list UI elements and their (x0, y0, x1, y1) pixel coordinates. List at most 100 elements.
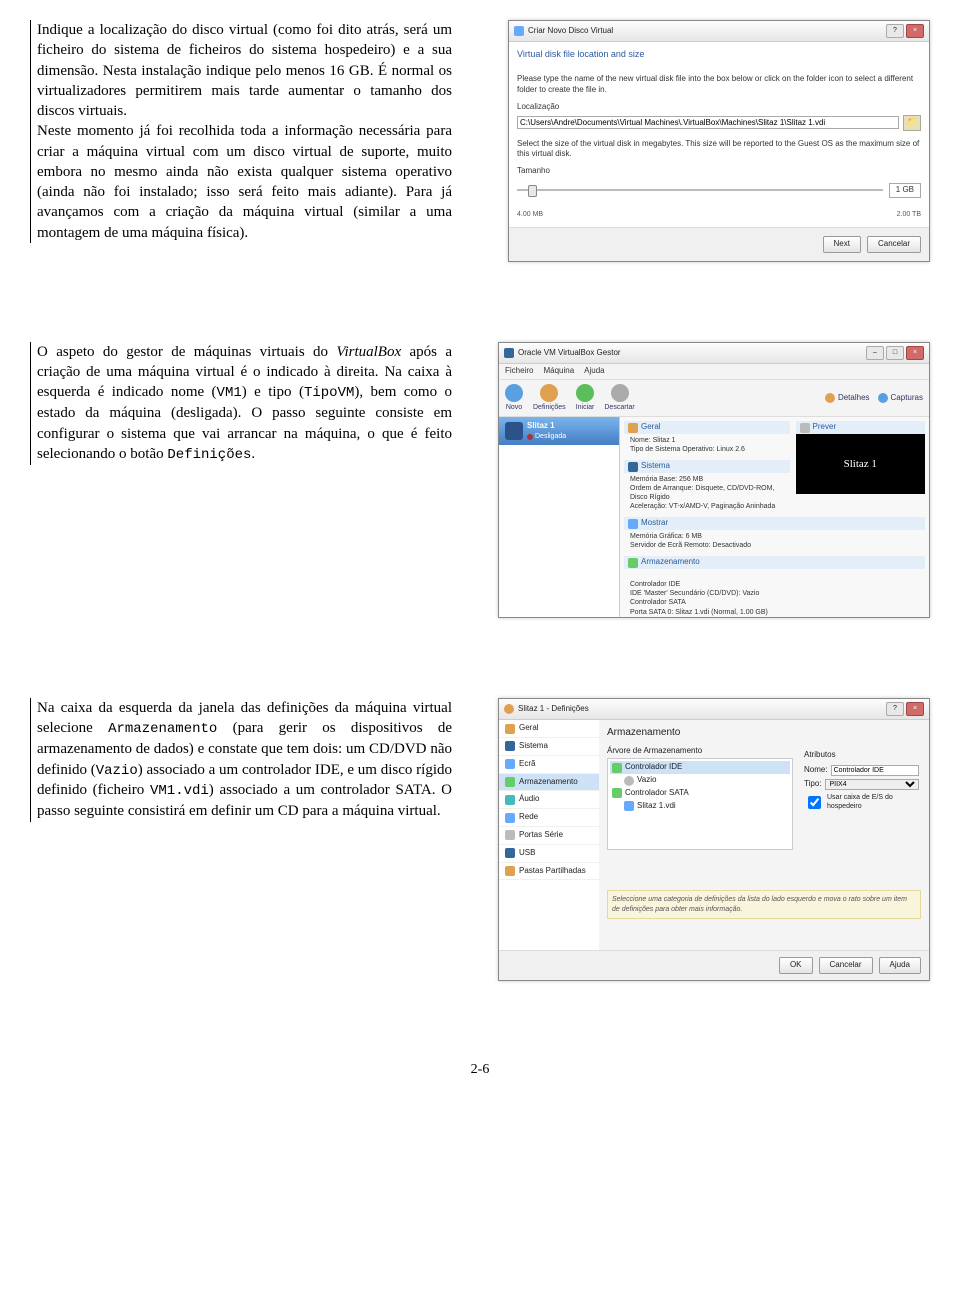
titlebar: Oracle VM VirtualBox Gestor – □ × (499, 343, 929, 364)
size-label: Tamanho (517, 166, 921, 177)
text: . (251, 446, 255, 462)
tree-node-disk[interactable]: Slitaz 1.vdi (610, 800, 790, 813)
mono: VM1.vdi (150, 783, 209, 799)
discard-button[interactable]: Descartar (604, 384, 634, 412)
label: Tipo de Sistema Operativo: (630, 446, 715, 453)
cancel-button[interactable]: Cancelar (819, 957, 873, 974)
window-title: Criar Novo Disco Virtual (528, 26, 613, 37)
value: VT-x/AMD-V, Paginação Aninhada (669, 503, 775, 510)
snapshots-toggle[interactable]: Capturas (878, 393, 923, 404)
settings-content: Armazenamento Árvore de Armazenamento Co… (599, 720, 929, 950)
tree-node-vazio[interactable]: Vazio (610, 774, 790, 787)
sidebar-item-ecra[interactable]: Ecrã (499, 756, 599, 774)
sidebar-item-usb[interactable]: USB (499, 845, 599, 863)
description: Please type the name of the new virtual … (517, 74, 921, 96)
window-title: Oracle VM VirtualBox Gestor (518, 348, 621, 359)
menu-item[interactable]: Máquina (543, 366, 574, 377)
label: Memória Gráfica: (630, 533, 684, 540)
next-button[interactable]: Next (823, 236, 861, 253)
figure-2-manager: Oracle VM VirtualBox Gestor – □ × Fichei… (498, 342, 930, 618)
figure-3-settings: Slitaz 1 - Definições ? × Geral Sistema … (498, 698, 930, 981)
close-button[interactable]: × (906, 702, 924, 716)
section-geral: Geral (624, 421, 790, 434)
sidebar-item-rede[interactable]: Rede (499, 809, 599, 827)
size-slider[interactable] (517, 189, 883, 191)
mono: Vazio (96, 763, 138, 779)
size-min: 4.00 MB (517, 210, 543, 219)
sidebar-item-geral[interactable]: Geral (499, 720, 599, 738)
help-hint: Seleccione uma categoria de definições d… (607, 890, 921, 919)
sidebar-item-pastas[interactable]: Pastas Partilhadas (499, 863, 599, 881)
mono: TipoVM (304, 385, 354, 401)
sidebar-item-sistema[interactable]: Sistema (499, 738, 599, 756)
help-button[interactable]: ? (886, 24, 904, 38)
browse-folder-icon[interactable]: 📁 (903, 115, 921, 131)
attributes-panel: Atributos Nome: Tipo: PIIX4 Usar caixa d… (804, 750, 919, 812)
section-preview: Prever (796, 421, 925, 434)
titlebar: Criar Novo Disco Virtual ? × (509, 21, 929, 42)
host-cache-checkbox[interactable]: Usar caixa de E/S do hospedeiro (804, 793, 919, 812)
vm-list: Slitaz 1 Desligada (499, 417, 620, 617)
name-input[interactable] (831, 765, 919, 776)
app-icon (504, 704, 514, 714)
app-icon (504, 348, 514, 358)
window-title: Slitaz 1 - Definições (518, 704, 589, 715)
text: Indique a localização do disco virtual (… (37, 22, 452, 119)
page-subtitle: Virtual disk file location and size (509, 42, 929, 66)
details-toggle[interactable]: Detalhes (825, 393, 870, 404)
vm-name: Slitaz 1 (527, 421, 566, 432)
maximize-button[interactable]: □ (886, 346, 904, 360)
help-button[interactable]: Ajuda (879, 957, 921, 974)
paragraph-1: Indique a localização do disco virtual (… (30, 20, 460, 243)
location-input[interactable] (517, 116, 899, 129)
section-armazenamento: Armazenamento (624, 556, 925, 569)
paragraph-2: O aspeto do gestor de máquinas virtuais … (30, 342, 460, 465)
size-value: 1 GB (889, 183, 921, 198)
titlebar: Slitaz 1 - Definições ? × (499, 699, 929, 720)
toolbar: Novo Definições Iniciar Descartar Detalh… (499, 380, 929, 417)
new-button[interactable]: Novo (505, 384, 523, 412)
menubar: Ficheiro Máquina Ajuda (499, 364, 929, 380)
menu-item[interactable]: Ficheiro (505, 366, 533, 377)
text: O aspeto do gestor de máquinas virtuais … (37, 344, 336, 360)
storage-tree: Controlador IDE Vazio Controlador SATA S… (607, 758, 793, 850)
description-2: Select the size of the virtual disk in m… (517, 139, 921, 161)
minimize-button[interactable]: – (866, 346, 884, 360)
label: Ordem de Arranque: (630, 485, 693, 492)
sidebar-item-armazenamento[interactable]: Armazenamento (499, 774, 599, 792)
paragraph-3: Na caixa da esquerda da janela das defin… (30, 698, 460, 821)
settings-button[interactable]: Definições (533, 384, 566, 412)
slider-thumb[interactable] (528, 185, 537, 197)
type-select[interactable]: PIIX4 (825, 779, 920, 790)
figure-1-wizard: Criar Novo Disco Virtual ? × Virtual dis… (508, 20, 930, 262)
sidebar-item-audio[interactable]: Áudio (499, 791, 599, 809)
label: Tipo: (804, 779, 822, 790)
sidebar-item-portas[interactable]: Portas Série (499, 827, 599, 845)
ok-button[interactable]: OK (779, 957, 813, 974)
vm-list-item[interactable]: Slitaz 1 Desligada (499, 417, 619, 445)
close-button[interactable]: × (906, 24, 924, 38)
page-number: 2-6 (30, 1061, 930, 1080)
value: Slitaz 1.vdi (Normal, 1.00 GB) (675, 609, 768, 616)
value: 256 MB (679, 476, 703, 483)
vm-icon (505, 422, 523, 440)
preview-image: Slitaz 1 (796, 434, 925, 494)
value: 6 MB (686, 533, 702, 540)
value: Linux 2.6 (717, 446, 745, 453)
tree-node-ide[interactable]: Controlador IDE (610, 761, 790, 774)
label: Nome: (630, 437, 651, 444)
menu-item[interactable]: Ajuda (584, 366, 604, 377)
label: Servidor de Ecrã Remoto: (630, 542, 711, 549)
section-mostrar: Mostrar (624, 517, 925, 530)
text-italic: VirtualBox (336, 344, 401, 360)
help-button[interactable]: ? (886, 702, 904, 716)
mono: Definições (167, 447, 251, 463)
tree-node-sata[interactable]: Controlador SATA (610, 787, 790, 800)
section-title: Armazenamento (607, 726, 921, 740)
cancel-button[interactable]: Cancelar (867, 236, 921, 253)
text: ) e tipo ( (242, 384, 304, 400)
settings-sidebar: Geral Sistema Ecrã Armazenamento Áudio R… (499, 720, 599, 950)
mono: Armazenamento (108, 721, 217, 737)
close-button[interactable]: × (906, 346, 924, 360)
start-button[interactable]: Iniciar (576, 384, 595, 412)
